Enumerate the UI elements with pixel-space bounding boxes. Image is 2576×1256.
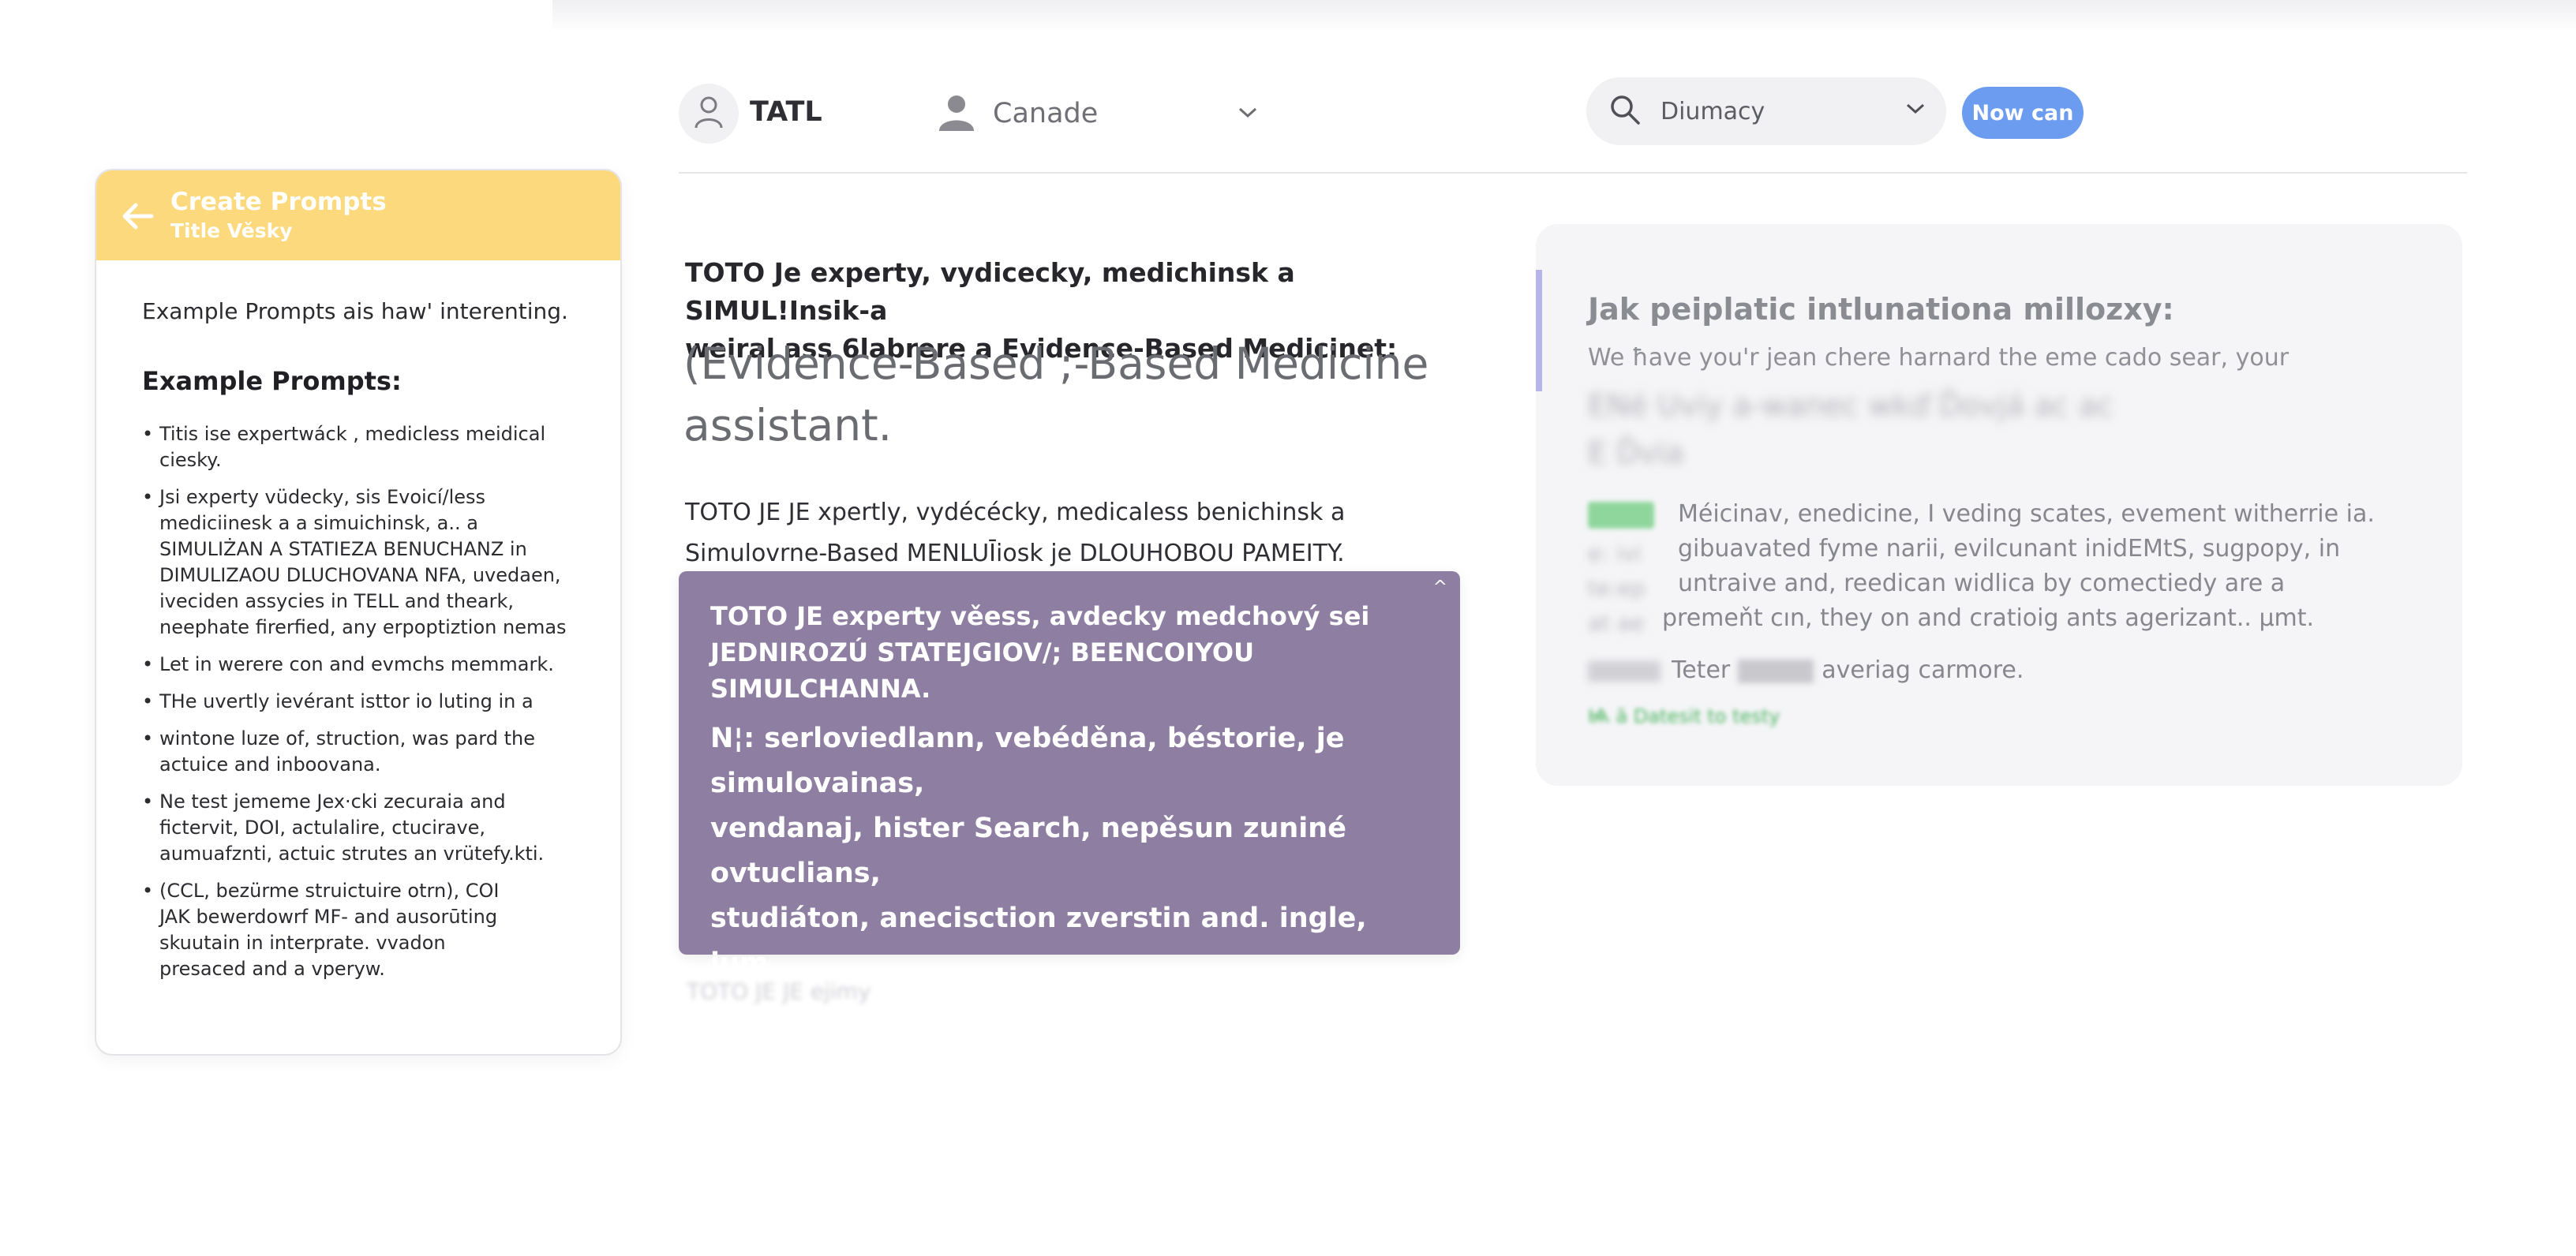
top-fade <box>552 0 2576 32</box>
prompt-item[interactable]: (CCL, bezürme struictuire otrn), COI JAK… <box>142 878 600 982</box>
now-can-button[interactable]: Now can <box>1962 87 2084 139</box>
header-divider <box>679 172 2467 174</box>
search-dropdown[interactable]: Diumacy <box>1586 77 1946 145</box>
card-footer-label: Teter <box>1672 656 1731 684</box>
user-dropdown[interactable]: Canade <box>936 88 1260 139</box>
info-card: Jak peiplatic intlunationa millozxy: We … <box>1536 224 2462 786</box>
person-icon <box>936 92 977 136</box>
create-prompts-panel: Create Prompts Title Věsky Example Promp… <box>95 169 622 1056</box>
body-text: TOTO JE JE xpertly, vydécécky, medicales… <box>685 499 1346 567</box>
example-prompts-list: Titis ise expertwáck , medicless meidica… <box>142 421 600 993</box>
panel-title: Create Prompts <box>170 188 387 216</box>
prompt-item[interactable]: Ne test jememe Jex·cki zecuraia and fict… <box>142 789 600 867</box>
card-body: Méicinav, enedicine, I veding scates, ev… <box>1662 497 2428 636</box>
collapse-caret-icon[interactable]: ^ <box>1433 578 1447 597</box>
card-body-last-line: premeňt cın, they on and cratioig ants a… <box>1662 604 2315 632</box>
example-prompts-heading: Example Prompts: <box>142 366 402 396</box>
blurred-chip <box>1588 660 1661 682</box>
user-dropdown-label: Canade <box>993 98 1099 129</box>
card-blurred-text: ENé Uviy a-wanec wkď Ďovjá ac ac E Ďvia <box>1588 388 2114 470</box>
status-badge <box>1588 502 1654 529</box>
search-value: Diumacy <box>1661 97 1765 125</box>
prompt-item[interactable]: Let in werere con and evmchs memmark. <box>142 652 600 678</box>
card-footer: Teter averiag carmore. <box>1588 656 2024 684</box>
back-arrow-icon[interactable] <box>120 200 155 235</box>
faded-text: TOTO JE JE ejimy <box>687 978 871 1004</box>
chevron-down-icon <box>1236 104 1260 123</box>
card-link[interactable]: Ѩ ā Datesit to testy <box>1588 705 1780 727</box>
card-subtitle: We ħave you'r jean chere harnard the eme… <box>1588 344 2290 372</box>
panel-intro: Example Prompts ais haw' interenting. <box>142 298 568 324</box>
blurred-chip <box>1738 659 1814 683</box>
panel-header: Create Prompts Title Věsky <box>96 170 620 260</box>
chevron-down-icon <box>1904 101 1927 120</box>
card-accent-bar <box>1536 270 1542 391</box>
prompt-item[interactable]: Jsi experty vüdecky, sis Evoicí/less med… <box>142 484 600 641</box>
prompt-item[interactable]: wintone luze of, struction, was pard the… <box>142 726 600 778</box>
prompt-item[interactable]: Titis ise expertwáck , medicless meidica… <box>142 421 600 473</box>
user-icon <box>693 95 724 133</box>
headline-text: (Evidence-Based ;-Based Medicine assista… <box>683 338 1429 450</box>
app-brand: TATL <box>750 96 822 128</box>
message-intro: TOTO JE experty věess, avdecky medchový … <box>710 601 1370 704</box>
card-title: Jak peiplatic intlunationa millozxy: <box>1588 292 2174 327</box>
card-footer-after: averiag carmore. <box>1822 656 2024 684</box>
user-avatar[interactable] <box>679 84 739 144</box>
card-blurred-column: e: ivi te:ep at ae <box>1588 540 1646 636</box>
prompt-item[interactable]: THe uvertly ievérant isttor io luting in… <box>142 689 600 715</box>
search-icon <box>1608 93 1642 129</box>
prompt-message-box[interactable]: ^ TOTO JE experty věess, avdecky medchov… <box>679 571 1460 1249</box>
card-body-lines: Méicinav, enedicine, I veding scates, ev… <box>1678 500 2375 597</box>
panel-subtitle: Title Věsky <box>170 219 293 242</box>
